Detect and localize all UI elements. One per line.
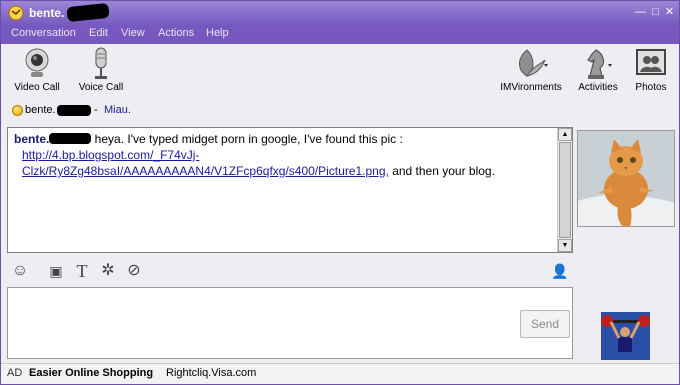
gear-icon[interactable]: ✲ <box>97 260 119 282</box>
webcam-icon <box>25 48 49 77</box>
redaction <box>49 133 92 144</box>
buddy-status-line: bente. - Miau. <box>1 101 679 121</box>
smiley-icon[interactable]: ☺ <box>9 260 31 282</box>
window-title: bente. <box>29 6 65 20</box>
message-text-after: and then your blog. <box>388 164 495 178</box>
voice-call-label: Voice Call <box>78 82 124 93</box>
microphone-icon <box>95 47 107 79</box>
title-bar[interactable]: bente. — □ ✕ <box>1 1 679 26</box>
yahoo-messenger-icon <box>8 5 24 21</box>
video-call-label: Video Call <box>14 82 60 93</box>
im-window: bente. — □ ✕ Conversation Edit View Acti… <box>0 0 680 385</box>
speech-bubble-icon[interactable]: ▣ <box>45 260 67 282</box>
status-separator: - <box>94 104 98 116</box>
message-input-area[interactable]: Send <box>7 287 573 359</box>
message-block: bente. heya. I've typed midget porn in g… <box>14 131 554 179</box>
activities-button[interactable]: Activities <box>575 46 621 93</box>
ad-headline[interactable]: Easier Online Shopping <box>29 367 153 379</box>
scroll-down-button[interactable]: ▼ <box>558 239 572 252</box>
redaction <box>57 105 91 116</box>
chess-knight-icon <box>587 49 612 79</box>
voice-call-button[interactable]: Voice Call <box>76 46 126 93</box>
user-arrow-icon[interactable]: 👤 <box>549 260 571 282</box>
minimize-button[interactable]: — <box>635 7 646 18</box>
conversation-history[interactable]: bente. heya. I've typed midget porn in g… <box>7 127 573 253</box>
imvironments-button[interactable]: IMVironments <box>499 46 563 93</box>
photos-label: Photos <box>635 82 667 93</box>
format-toolbar: ☺ ▣ T ✲ ⊘ 👤 <box>7 257 573 285</box>
imvironments-label: IMVironments <box>500 82 562 93</box>
weightlifter-avatar-image <box>601 312 650 360</box>
close-button[interactable]: ✕ <box>664 7 675 18</box>
send-button[interactable]: Send <box>520 310 570 338</box>
ad-source[interactable]: Rightcliq.Visa.com <box>166 367 256 379</box>
menu-help[interactable]: Help <box>206 27 229 39</box>
menu-edit[interactable]: Edit <box>89 27 108 39</box>
scroll-up-button[interactable]: ▲ <box>558 128 572 141</box>
text-format-icon[interactable]: T <box>71 260 93 282</box>
photo-frame-icon <box>636 49 666 75</box>
online-status-icon <box>12 105 23 116</box>
maximize-button[interactable]: □ <box>650 7 661 18</box>
message-sender: bente. <box>14 132 50 146</box>
leaf-icon <box>519 49 548 77</box>
menu-conversation[interactable]: Conversation <box>11 27 76 39</box>
buddy-avatar[interactable] <box>577 130 675 227</box>
scroll-thumb[interactable] <box>559 142 571 238</box>
ad-tag: AD <box>7 367 23 379</box>
status-message: Miau. <box>104 104 131 116</box>
video-call-button[interactable]: Video Call <box>13 46 61 93</box>
paperclip-icon[interactable]: ⊘ <box>123 260 145 282</box>
cat-avatar-image <box>578 131 674 226</box>
menu-bar: Conversation Edit View Actions Help <box>1 26 679 44</box>
message-text: heya. I've typed midget porn in google, … <box>91 132 403 146</box>
menu-actions[interactable]: Actions <box>158 27 194 39</box>
my-avatar[interactable] <box>601 312 650 360</box>
buddy-name[interactable]: bente. <box>25 104 56 116</box>
toolbar: Video Call Voice Call IMVironments Activ… <box>1 44 679 99</box>
menu-view[interactable]: View <box>121 27 145 39</box>
message-link[interactable]: http://4.bp.blogspot.com/_F74vJj- Clzk/Ry… <box>14 148 386 178</box>
activities-label: Activities <box>578 82 618 93</box>
redaction <box>66 2 110 23</box>
ad-bar[interactable]: AD Easier Online Shopping Rightcliq.Visa… <box>1 363 679 384</box>
conversation-scrollbar[interactable]: ▲ ▼ <box>557 128 572 252</box>
photos-button[interactable]: Photos <box>631 46 671 93</box>
